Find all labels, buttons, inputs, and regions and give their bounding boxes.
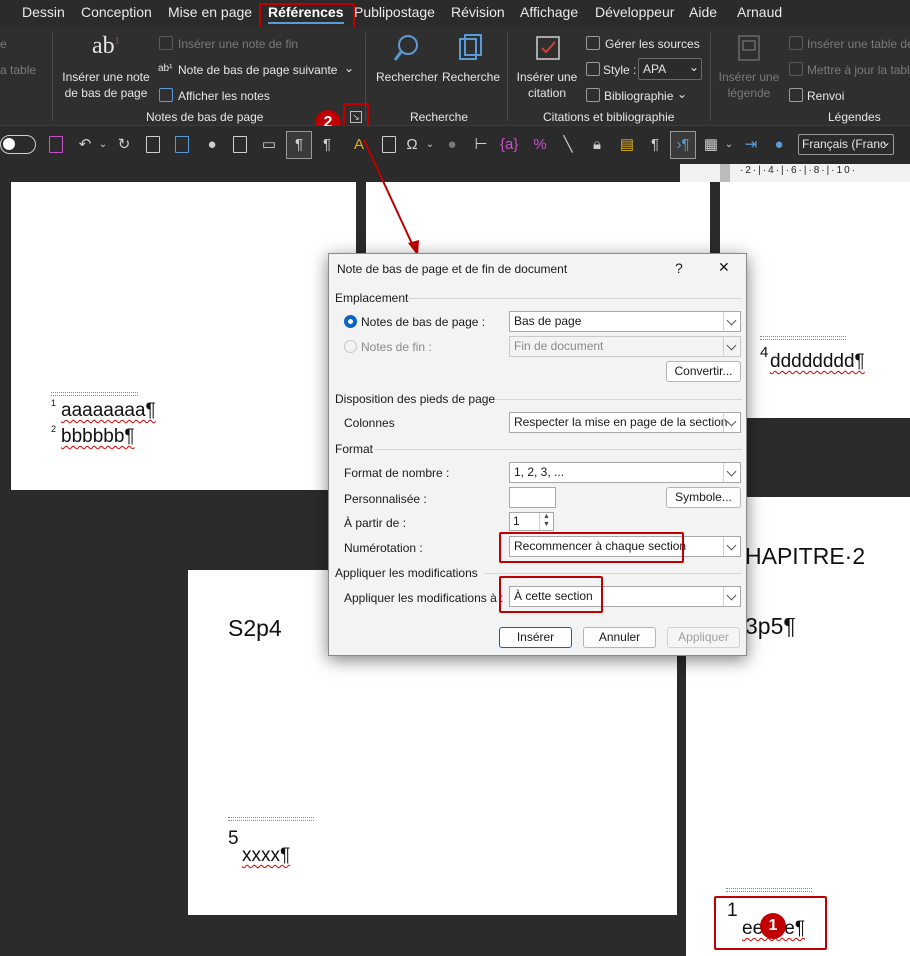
symbol-button[interactable]: Symbole... [666,487,741,508]
numbering-label: Numérotation : [344,541,423,555]
chevron-down-icon [723,312,740,331]
endnotes-label: Notes de fin : [361,340,432,354]
start-at-input[interactable]: 1 ▲ ▼ [509,512,554,531]
number-format-select[interactable]: 1, 2, 3, ... [509,462,741,483]
endnotes-radio[interactable] [344,340,357,353]
columns-select[interactable]: Respecter la mise en page de la section [509,412,741,433]
footnotes-position-value: Bas de page [514,314,582,328]
start-at-label: À partir de : [344,516,407,530]
divider [407,298,742,299]
endnotes-position-select[interactable]: Fin de document [509,336,741,357]
footnotes-position-select[interactable]: Bas de page [509,311,741,332]
section-apply: Appliquer les modifications [335,566,478,580]
custom-mark-label: Personnalisée : [344,492,427,506]
footnotes-radio[interactable] [344,315,357,328]
custom-mark-input[interactable] [509,487,556,508]
chevron-down-icon [723,337,740,356]
section-layout: Disposition des pieds de page [335,392,496,406]
number-format-label: Format de nombre : [344,466,450,480]
section-emplacement: Emplacement [335,291,409,305]
columns-value: Respecter la mise en page de la section [514,415,728,429]
chevron-down-icon [723,463,740,482]
chevron-down-icon [723,537,740,556]
number-format-value: 1, 2, 3, ... [514,465,565,479]
footnotes-label: Notes de bas de page : [361,315,486,329]
divider [484,573,742,574]
divider [375,449,742,450]
spinner-arrows-icon[interactable]: ▲ ▼ [539,513,553,530]
columns-label: Colonnes [344,416,395,430]
cancel-button[interactable]: Annuler [583,627,656,648]
convert-button[interactable]: Convertir... [666,361,741,382]
divider [495,399,742,400]
chevron-down-icon [723,587,740,606]
highlight-numbering [499,532,684,563]
dialog-title: Note de bas de page et de fin de documen… [337,262,568,276]
highlight-apply-to [499,576,603,613]
chevron-down-icon [723,413,740,432]
endnotes-position-value: Fin de document [514,339,604,353]
insert-button[interactable]: Insérer [499,627,572,648]
close-button[interactable]: ✕ [718,259,730,276]
apply-button[interactable]: Appliquer [667,627,740,648]
section-format: Format [335,442,374,456]
apply-to-label: Appliquer les modifications à : [344,591,504,605]
start-at-value: 1 [513,514,520,528]
help-button[interactable]: ? [675,260,683,276]
